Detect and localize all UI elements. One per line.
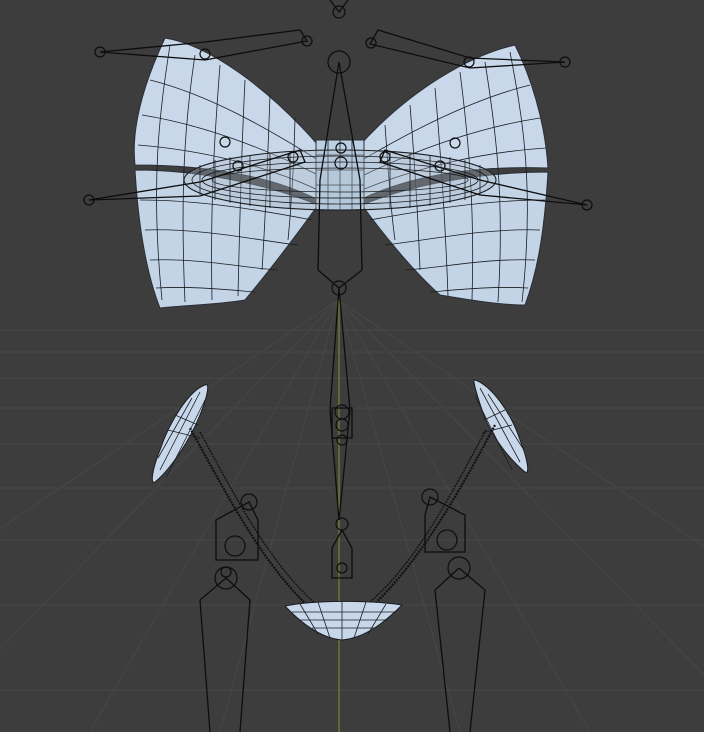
bone-joint [335, 418, 349, 432]
bow-knot-band[interactable] [183, 149, 497, 211]
bone-left-leg[interactable] [199, 577, 251, 732]
floor-grid [0, 299, 704, 732]
bone-right-leg[interactable] [434, 567, 486, 732]
bone-joint [335, 517, 349, 531]
bone-chain-center[interactable] [331, 528, 353, 579]
viewport-canvas[interactable] [0, 0, 704, 732]
3d-viewport[interactable] [0, 0, 704, 732]
chain-cups[interactable] [189, 424, 496, 641]
bone-neck[interactable] [329, 287, 351, 521]
bone-joint [224, 535, 246, 557]
bone-joint [334, 404, 350, 420]
left-ear-clip[interactable] [151, 384, 209, 483]
bone-joint [220, 566, 232, 578]
right-ear-clip[interactable] [473, 379, 529, 473]
